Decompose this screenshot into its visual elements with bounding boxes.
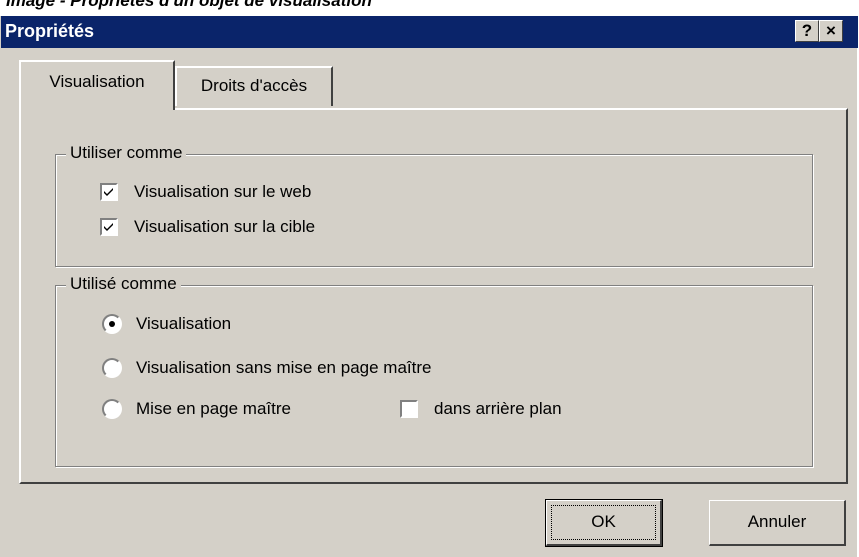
background-checkbox[interactable] <box>400 400 418 418</box>
background-label: dans arrière plan <box>434 399 562 418</box>
use-as-legend: Utiliser comme <box>66 143 187 163</box>
radio-master-layout-button[interactable] <box>102 399 122 419</box>
checkmark-icon <box>104 188 113 196</box>
radio-selected-dot <box>109 321 115 327</box>
ok-button[interactable]: OK <box>545 499 663 547</box>
help-button[interactable]: ? <box>795 20 819 42</box>
used-as-group: Utilisé comme Visualisation Visualisatio… <box>55 274 813 467</box>
properties-dialog: Propriétés ? × Visualisation Droits d'ac… <box>0 16 858 557</box>
use-as-group: Utiliser comme Visualisation sur le web … <box>55 143 813 267</box>
window-title: Propriétés <box>5 21 95 41</box>
caption-text: Image - Propriétés d'un objet de visuali… <box>6 0 372 10</box>
cancel-button[interactable]: Annuler <box>709 500 846 546</box>
close-button[interactable]: × <box>819 20 843 42</box>
checkmark-icon <box>104 223 113 231</box>
radio-visualisation-button[interactable] <box>102 314 122 334</box>
web-visualisation-label: Visualisation sur le web <box>134 182 312 201</box>
title-bar[interactable]: Propriétés ? × <box>1 16 858 48</box>
target-visualisation-checkbox[interactable] <box>100 218 118 236</box>
tab-visualisation[interactable]: Visualisation <box>19 60 175 110</box>
radio-master-layout-label: Mise en page maître <box>136 399 291 418</box>
tab-access-rights[interactable]: Droits d'accès <box>175 66 333 106</box>
target-visualisation-label: Visualisation sur la cible <box>134 217 316 236</box>
web-visualisation-checkbox[interactable] <box>100 183 118 201</box>
used-as-legend: Utilisé comme <box>66 274 181 294</box>
focus-rect <box>551 505 656 540</box>
tab-panel: Utiliser comme Visualisation sur le web … <box>19 108 848 484</box>
radio-visualisation-label: Visualisation <box>136 314 232 333</box>
radio-visualisation-no-master-button[interactable] <box>102 358 122 378</box>
radio-visualisation-no-master-label: Visualisation sans mise en page maître <box>136 358 432 377</box>
partial-caption: Image - Propriétés d'un objet de visuali… <box>0 0 859 16</box>
